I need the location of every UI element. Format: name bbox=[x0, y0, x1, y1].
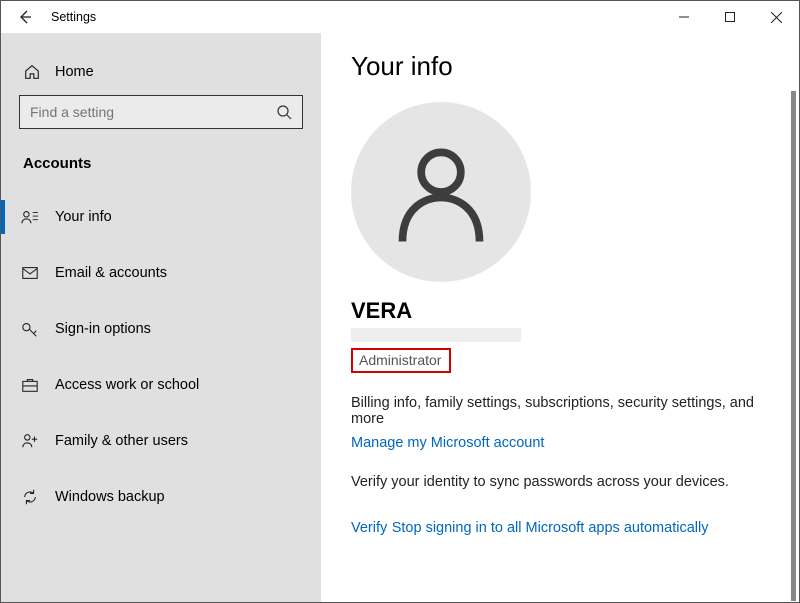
nav-label: Your info bbox=[55, 209, 112, 225]
nav-family-users[interactable]: Family & other users bbox=[19, 420, 303, 462]
minimize-button[interactable] bbox=[661, 1, 707, 33]
settings-window: Settings Home bbox=[0, 0, 800, 603]
verify-text: Verify your identity to sync passwords a… bbox=[351, 474, 779, 490]
maximize-button[interactable] bbox=[707, 1, 753, 33]
titlebar: Settings bbox=[1, 1, 799, 33]
sidebar: Home Accounts Your info bbox=[1, 33, 321, 602]
stop-signin-link[interactable]: Stop signing in to all Microsoft apps au… bbox=[392, 520, 709, 536]
nav-signin-options[interactable]: Sign-in options bbox=[19, 308, 303, 350]
nav-label: Access work or school bbox=[55, 377, 199, 393]
section-title: Accounts bbox=[19, 149, 303, 182]
content-pane: Your info VERA Administrator Billing inf… bbox=[321, 33, 799, 602]
home-nav[interactable]: Home bbox=[19, 57, 303, 95]
search-box[interactable] bbox=[19, 95, 303, 129]
back-button[interactable] bbox=[11, 3, 39, 31]
briefcase-icon bbox=[21, 376, 39, 394]
key-icon bbox=[21, 320, 39, 338]
nav-label: Family & other users bbox=[55, 433, 188, 449]
close-button[interactable] bbox=[753, 1, 799, 33]
verify-link[interactable]: Verify bbox=[351, 520, 387, 536]
home-label: Home bbox=[55, 64, 94, 80]
avatar bbox=[351, 102, 531, 282]
nav-label: Windows backup bbox=[55, 489, 165, 505]
email-icon bbox=[21, 264, 39, 282]
page-heading: Your info bbox=[351, 51, 779, 82]
email-redacted bbox=[351, 328, 521, 342]
manage-account-link[interactable]: Manage my Microsoft account bbox=[351, 435, 544, 451]
nav-email-accounts[interactable]: Email & accounts bbox=[19, 252, 303, 294]
home-icon bbox=[23, 63, 41, 81]
sync-icon bbox=[21, 488, 39, 506]
nav-work-school[interactable]: Access work or school bbox=[19, 364, 303, 406]
nav-label: Sign-in options bbox=[55, 321, 151, 337]
window-title: Settings bbox=[51, 10, 96, 24]
search-icon bbox=[276, 104, 292, 120]
nav-windows-backup[interactable]: Windows backup bbox=[19, 476, 303, 518]
scrollbar[interactable] bbox=[791, 91, 796, 601]
nav-label: Email & accounts bbox=[55, 265, 167, 281]
person-icon bbox=[386, 137, 496, 247]
account-role: Administrator bbox=[351, 348, 451, 373]
family-icon bbox=[21, 432, 39, 450]
username: VERA bbox=[351, 298, 779, 324]
billing-text: Billing info, family settings, subscript… bbox=[351, 395, 779, 427]
search-input[interactable] bbox=[30, 104, 276, 120]
your-info-icon bbox=[21, 208, 39, 226]
nav-your-info[interactable]: Your info bbox=[19, 196, 303, 238]
